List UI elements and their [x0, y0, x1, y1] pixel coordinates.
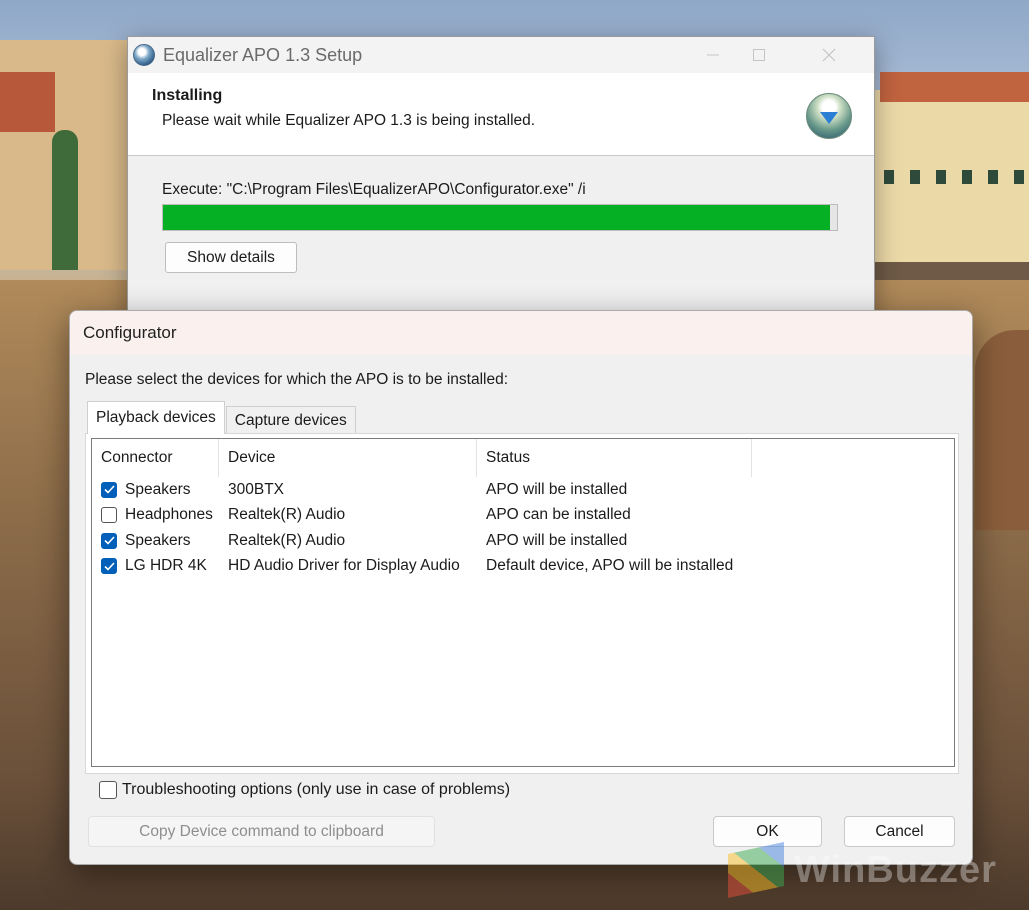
- troubleshooting-option[interactable]: Troubleshooting options (only use in cas…: [99, 781, 510, 799]
- status-cell: APO will be installed: [486, 480, 628, 498]
- close-icon[interactable]: [806, 37, 852, 73]
- device-row[interactable]: Speakers 300BTX APO will be installed: [92, 477, 954, 503]
- column-header-status[interactable]: Status: [477, 439, 752, 477]
- maximize-icon[interactable]: [736, 37, 782, 73]
- tree-left: [52, 130, 78, 270]
- installer-header-subtitle: Please wait while Equalizer APO 1.3 is b…: [162, 112, 536, 129]
- ok-button[interactable]: OK: [713, 816, 822, 847]
- windows-right: [884, 170, 1024, 184]
- installer-app-icon: [133, 44, 155, 66]
- device-cell: Realtek(R) Audio: [228, 531, 346, 549]
- installer-title: Equalizer APO 1.3 Setup: [163, 44, 363, 65]
- install-progress-fill: [163, 205, 831, 230]
- configurator-dialog: Configurator Please select the devices f…: [69, 310, 973, 865]
- watermark: WinBuzzer: [728, 842, 997, 898]
- bridge-arch: [975, 330, 1029, 530]
- roof-left: [0, 72, 55, 132]
- device-checkbox[interactable]: [101, 481, 117, 498]
- install-progress-bar: [162, 204, 838, 231]
- connector-cell: Speakers: [125, 480, 191, 498]
- winbuzzer-logo-icon: [728, 842, 784, 898]
- status-cell: Default device, APO will be installed: [486, 557, 734, 575]
- connector-cell: LG HDR 4K: [125, 557, 207, 575]
- roof-right: [880, 72, 1029, 102]
- device-select-prompt: Please select the devices for which the …: [85, 371, 509, 388]
- configurator-title: Configurator: [83, 323, 177, 342]
- cancel-button[interactable]: Cancel: [844, 816, 955, 847]
- column-header-device[interactable]: Device: [219, 439, 477, 477]
- device-row[interactable]: LG HDR 4K HD Audio Driver for Display Au…: [92, 554, 954, 580]
- copy-device-command-button[interactable]: Copy Device command to clipboard: [88, 816, 435, 847]
- column-header-connector[interactable]: Connector: [92, 439, 219, 477]
- tab-capture-devices[interactable]: Capture devices: [225, 406, 356, 434]
- status-cell: APO will be installed: [486, 531, 628, 549]
- execute-status-text: Execute: "C:\Program Files\EqualizerAPO\…: [162, 181, 586, 198]
- installer-header: Installing Please wait while Equalizer A…: [128, 73, 874, 156]
- connector-cell: Speakers: [125, 531, 191, 549]
- nsis-logo-icon: [806, 93, 852, 139]
- device-checkbox[interactable]: [101, 507, 117, 524]
- minimize-icon[interactable]: [690, 37, 736, 73]
- connector-cell: Headphones: [125, 506, 213, 524]
- device-cell: Realtek(R) Audio: [228, 506, 346, 524]
- troubleshooting-checkbox[interactable]: [99, 781, 117, 799]
- installer-titlebar[interactable]: Equalizer APO 1.3 Setup: [128, 37, 874, 73]
- device-tabs: Playback devices Capture devices: [87, 401, 357, 434]
- device-list[interactable]: Connector Device Status Speakers 300BTX …: [91, 438, 955, 767]
- street-right: [874, 262, 1029, 282]
- device-checkbox[interactable]: [101, 558, 117, 575]
- tab-panel: Connector Device Status Speakers 300BTX …: [85, 433, 959, 774]
- tab-playback-devices[interactable]: Playback devices: [87, 401, 225, 434]
- device-list-header: Connector Device Status: [92, 439, 954, 477]
- troubleshooting-label: Troubleshooting options (only use in cas…: [122, 781, 511, 798]
- device-row[interactable]: Headphones Realtek(R) Audio APO can be i…: [92, 503, 954, 529]
- status-cell: APO can be installed: [486, 506, 631, 524]
- installer-window: Equalizer APO 1.3 Setup Installing Pleas…: [127, 36, 875, 328]
- configurator-titlebar[interactable]: Configurator: [70, 311, 972, 355]
- device-row[interactable]: Speakers Realtek(R) Audio APO will be in…: [92, 528, 954, 554]
- installer-header-title: Installing: [152, 87, 223, 104]
- show-details-button[interactable]: Show details: [165, 242, 297, 273]
- watermark-text: WinBuzzer: [794, 848, 997, 891]
- device-cell: 300BTX: [228, 480, 285, 498]
- device-cell: HD Audio Driver for Display Audio: [228, 557, 460, 575]
- device-checkbox[interactable]: [101, 532, 117, 549]
